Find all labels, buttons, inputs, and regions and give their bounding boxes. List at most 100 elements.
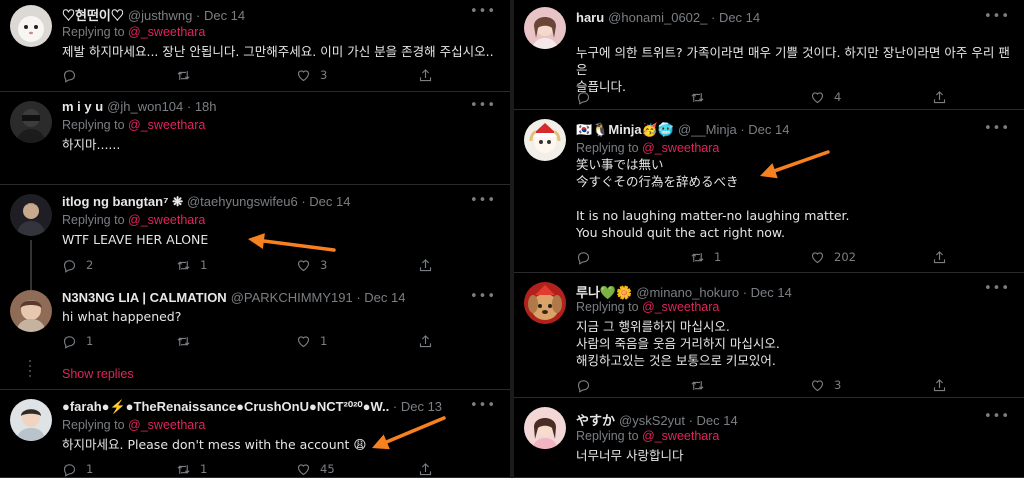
tweet-date[interactable]: Dec 14 [364, 290, 405, 305]
share-button[interactable] [932, 376, 947, 394]
reply-icon [576, 90, 591, 105]
display-name[interactable]: やすか [576, 413, 615, 428]
tweet-date[interactable]: Dec 14 [751, 285, 792, 300]
mention-link[interactable]: @_sweethara [642, 300, 719, 314]
avatar[interactable] [10, 101, 52, 143]
username[interactable]: @yskS2yut [619, 413, 685, 428]
retweet-button[interactable]: 1 [176, 460, 207, 478]
reply-button[interactable]: 1 [62, 460, 93, 478]
avatar[interactable] [10, 194, 52, 236]
display-name[interactable]: itlog ng bangtan⁷ ❋ [62, 194, 183, 209]
tweet-date[interactable]: Dec 14 [309, 194, 350, 209]
more-icon[interactable]: ••• [470, 289, 496, 304]
reply-count: 1 [86, 462, 94, 476]
tweet-date[interactable]: Dec 14 [719, 10, 760, 25]
username[interactable]: @honami_0602_ [608, 10, 707, 25]
retweet-button[interactable]: 1 [690, 248, 721, 266]
share-icon [418, 462, 433, 477]
username[interactable]: @__Minja [678, 122, 737, 137]
display-name[interactable]: ♡현떤이♡ [62, 8, 124, 23]
like-button[interactable]: 202 [810, 248, 856, 266]
annotation-arrow-3 [760, 150, 830, 179]
reply-button[interactable] [576, 88, 600, 106]
retweet-button[interactable]: 1 [176, 256, 207, 274]
annotation-arrow-2 [372, 416, 446, 450]
reply-button[interactable] [576, 248, 600, 266]
avatar[interactable] [10, 399, 52, 441]
display-name[interactable]: m i y u [62, 99, 103, 114]
username[interactable]: @jh_won104 [107, 99, 183, 114]
tweet[interactable]: やすか @yskS2yut · Dec 14 ••• Replying to @_s… [514, 399, 1024, 478]
share-button[interactable] [932, 88, 947, 106]
like-count: 202 [834, 250, 856, 264]
mention-link[interactable]: @_sweethara [642, 141, 719, 155]
display-name[interactable]: 🇰🇷🐧Minja🥳🥶 [576, 122, 674, 137]
share-button[interactable] [418, 460, 433, 478]
replying-to-label: Replying to [576, 429, 639, 443]
display-name[interactable]: N3N3NG LIA | CALMATION [62, 290, 227, 305]
more-icon[interactable]: ••• [470, 193, 496, 208]
tweet-actions: 1 1 45 [62, 460, 442, 478]
display-name[interactable]: 루나💚🌼 [576, 285, 632, 300]
tweet[interactable]: m i y u @jh_won104 · 18h ••• Replying to @… [0, 93, 510, 185]
like-count: 45 [320, 462, 335, 476]
avatar[interactable] [524, 7, 566, 49]
tweet-date[interactable]: Dec 14 [204, 8, 245, 23]
replying-to: Replying to @_sweethara [62, 25, 205, 39]
reply-button[interactable] [62, 66, 86, 84]
like-button[interactable]: 3 [810, 376, 841, 394]
tweet[interactable]: 🇰🇷🐧Minja🥳🥶 @__Minja · Dec 14 ••• Replying … [514, 111, 1024, 273]
avatar[interactable] [524, 282, 566, 324]
share-button[interactable] [418, 332, 433, 350]
more-icon[interactable]: ••• [984, 121, 1010, 136]
more-icon[interactable]: ••• [470, 4, 496, 19]
retweet-button[interactable] [690, 88, 714, 106]
avatar[interactable] [10, 290, 52, 332]
more-icon[interactable]: ••• [470, 98, 496, 113]
avatar[interactable] [524, 407, 566, 449]
replying-to: Replying to @_sweethara [62, 118, 205, 132]
reply-button[interactable]: 2 [62, 256, 93, 274]
like-button[interactable]: 45 [296, 460, 335, 478]
like-button[interactable]: 1 [296, 332, 327, 350]
display-name[interactable]: haru [576, 10, 604, 25]
reply-icon [576, 250, 591, 265]
avatar[interactable] [10, 5, 52, 47]
like-button[interactable]: 3 [296, 66, 327, 84]
reply-button[interactable]: 1 [62, 332, 93, 350]
retweet-button[interactable] [176, 332, 200, 350]
tweet-date[interactable]: 18h [195, 99, 217, 114]
more-icon[interactable]: ••• [984, 409, 1010, 424]
mention-link[interactable]: @_sweethara [128, 118, 205, 132]
more-icon[interactable]: ••• [984, 281, 1010, 296]
retweet-count: 1 [200, 258, 208, 272]
mention-link[interactable]: @_sweethara [128, 213, 205, 227]
username[interactable]: @minano_hokuro [636, 285, 739, 300]
share-button[interactable] [418, 66, 433, 84]
retweet-button[interactable] [690, 376, 714, 394]
tweet[interactable]: haru @honami_0602_ · Dec 14 ••• 누구에 의한 트위트… [514, 0, 1024, 110]
mention-link[interactable]: @_sweethara [128, 418, 205, 432]
separator-dot: · [352, 290, 365, 305]
tweet[interactable]: ♡현떤이♡ @justhwng · Dec 14 ••• Replying to @… [0, 0, 510, 92]
tweet[interactable]: 루나💚🌼 @minano_hokuro · Dec 14 ••• Replying … [514, 274, 1024, 398]
more-icon[interactable]: ••• [984, 9, 1010, 24]
username[interactable]: @justhwng [128, 8, 193, 23]
tweet-actions: 1 202 [576, 248, 956, 266]
mention-link[interactable]: @_sweethara [642, 429, 719, 443]
tweet-date[interactable]: Dec 14 [748, 122, 789, 137]
like-icon [296, 462, 311, 477]
username[interactable]: @PARKCHIMMY191 [231, 290, 353, 305]
show-replies-link[interactable]: Show replies [62, 367, 134, 381]
share-button[interactable] [932, 248, 947, 266]
reply-button[interactable] [576, 376, 600, 394]
username[interactable]: @taehyungswifeu6 [187, 194, 298, 209]
share-button[interactable] [418, 256, 433, 274]
mention-link[interactable]: @_sweethara [128, 25, 205, 39]
like-button[interactable]: 4 [810, 88, 841, 106]
display-name[interactable]: ●farah●⚡●TheRenaissance●CrushOnU●NCT²⁰²⁰… [62, 399, 389, 414]
more-icon[interactable]: ••• [470, 398, 496, 413]
tweet-date[interactable]: Dec 14 [697, 413, 738, 428]
avatar[interactable] [524, 119, 566, 161]
retweet-button[interactable] [176, 66, 200, 84]
